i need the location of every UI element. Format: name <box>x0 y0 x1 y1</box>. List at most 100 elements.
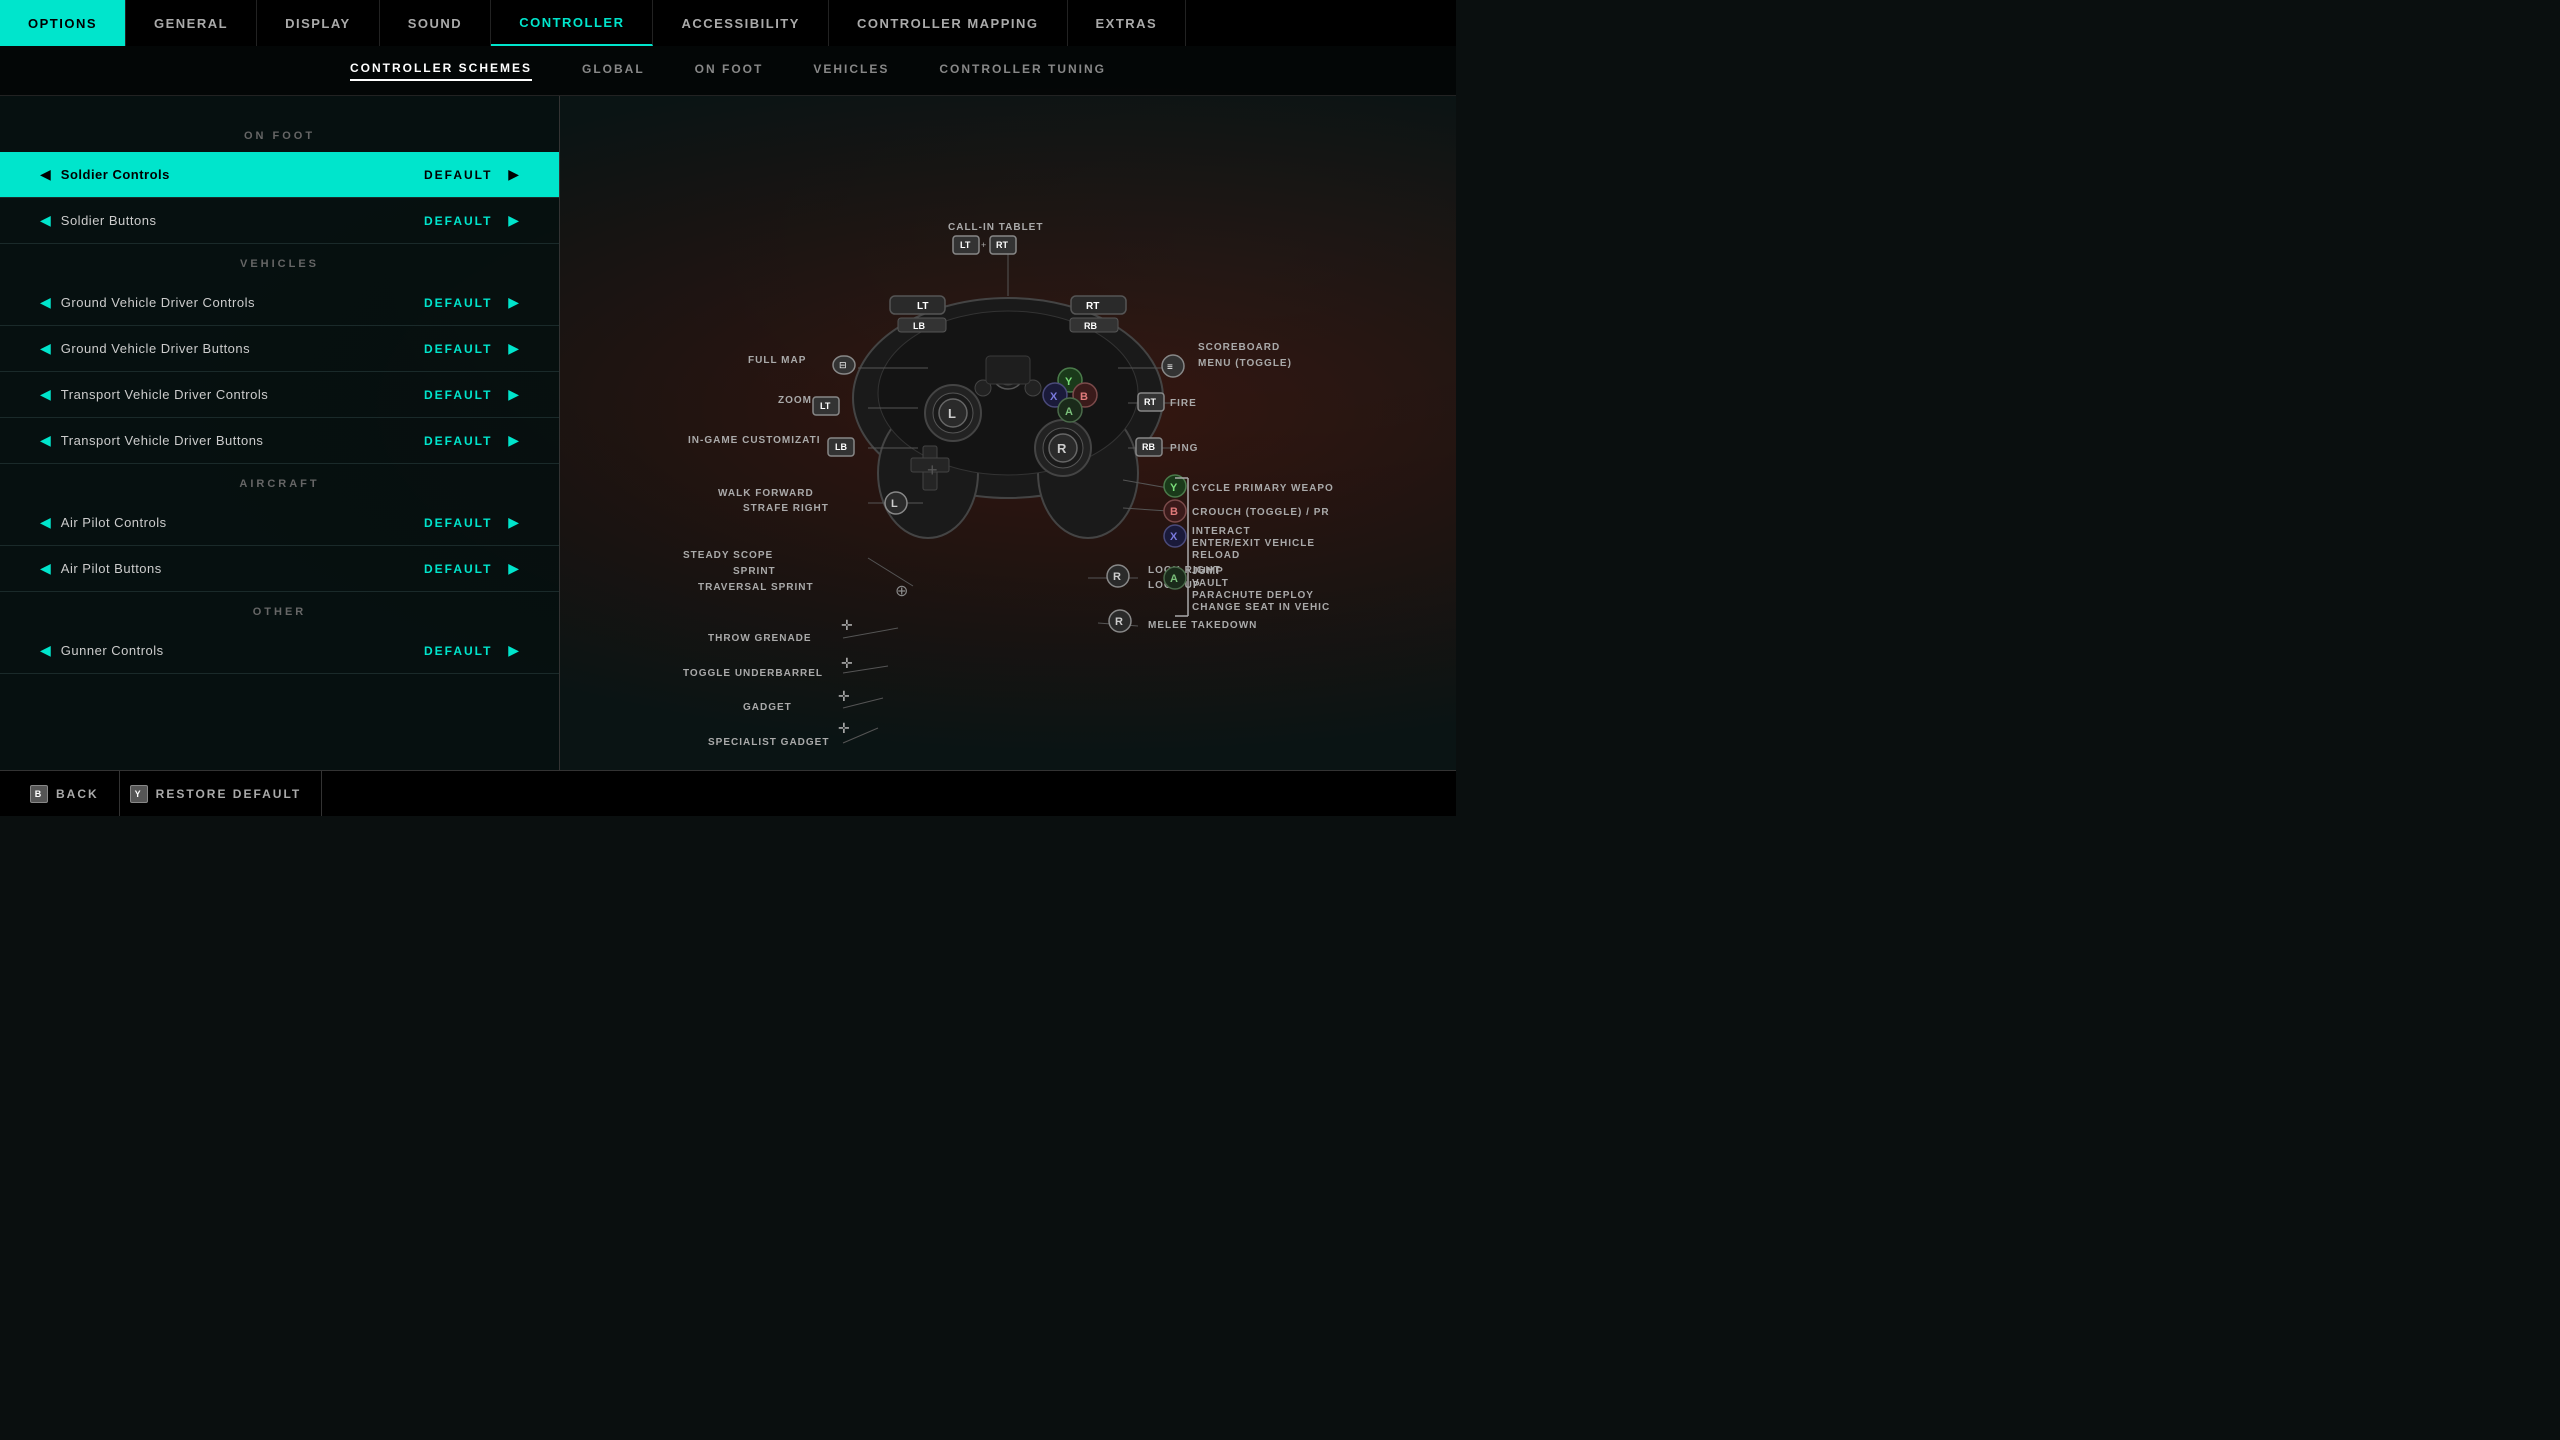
svg-text:RT: RT <box>1144 397 1156 407</box>
nav-controller[interactable]: CONTROLLER <box>491 0 653 46</box>
gunner-controls-label: Gunner Controls <box>61 643 418 658</box>
section-aircraft: AIRCRAFT <box>0 464 559 500</box>
svg-text:GADGET: GADGET <box>743 702 792 713</box>
control-air-pilot-buttons[interactable]: ◀ Air Pilot Buttons DEFAULT ▶ <box>0 546 559 592</box>
svg-text:≡: ≡ <box>1167 362 1173 373</box>
control-ground-driver-buttons[interactable]: ◀ Ground Vehicle Driver Buttons DEFAULT … <box>0 326 559 372</box>
svg-text:⊟: ⊟ <box>839 360 847 370</box>
right-arrow-ground-driver-controls[interactable]: ▶ <box>498 294 529 311</box>
soldier-buttons-value: DEFAULT <box>418 214 498 228</box>
control-gunner-controls[interactable]: ◀ Gunner Controls DEFAULT ▶ <box>0 628 559 674</box>
left-arrow-air-pilot-controls[interactable]: ◀ <box>30 514 61 531</box>
ground-driver-controls-label: Ground Vehicle Driver Controls <box>61 295 418 310</box>
air-pilot-buttons-value: DEFAULT <box>418 562 498 576</box>
svg-text:PING: PING <box>1170 443 1198 454</box>
svg-text:LT: LT <box>820 401 831 411</box>
subnav-controller-schemes[interactable]: CONTROLLER SCHEMES <box>350 61 532 81</box>
back-icon: B <box>30 785 48 803</box>
svg-text:STRAFE RIGHT: STRAFE RIGHT <box>743 503 829 514</box>
left-arrow-transport-driver-controls[interactable]: ◀ <box>30 386 61 403</box>
transport-driver-buttons-label: Transport Vehicle Driver Buttons <box>61 433 418 448</box>
svg-text:TOGGLE UNDERBARREL: TOGGLE UNDERBARREL <box>683 668 823 679</box>
svg-text:R: R <box>1113 571 1121 583</box>
right-arrow-ground-driver-buttons[interactable]: ▶ <box>498 340 529 357</box>
svg-text:VAULT: VAULT <box>1192 578 1229 589</box>
nav-display[interactable]: DISPLAY <box>257 0 380 46</box>
svg-text:INTERACT: INTERACT <box>1192 526 1251 537</box>
control-transport-driver-controls[interactable]: ◀ Transport Vehicle Driver Controls DEFA… <box>0 372 559 418</box>
svg-text:X: X <box>1170 531 1178 543</box>
left-arrow-soldier-controls[interactable]: ◀ <box>30 166 61 183</box>
svg-text:L: L <box>891 498 898 510</box>
section-other: OTHER <box>0 592 559 628</box>
subnav-controller-tuning[interactable]: CONTROLLER TUNING <box>939 62 1106 80</box>
soldier-controls-value: DEFAULT <box>418 168 498 182</box>
svg-text:R: R <box>1115 616 1123 628</box>
svg-text:+: + <box>927 460 938 480</box>
svg-text:✛: ✛ <box>841 617 853 633</box>
right-arrow-air-pilot-buttons[interactable]: ▶ <box>498 560 529 577</box>
svg-text:RB: RB <box>1142 442 1155 452</box>
svg-text:SPECIALIST GADGET: SPECIALIST GADGET <box>708 737 829 748</box>
svg-text:✛: ✛ <box>841 655 853 671</box>
transport-driver-controls-value: DEFAULT <box>418 388 498 402</box>
left-arrow-gunner-controls[interactable]: ◀ <box>30 642 61 659</box>
right-arrow-transport-driver-buttons[interactable]: ▶ <box>498 432 529 449</box>
svg-text:RELOAD: RELOAD <box>1192 550 1240 561</box>
ground-driver-buttons-label: Ground Vehicle Driver Buttons <box>61 341 418 356</box>
svg-text:Y: Y <box>1170 482 1178 494</box>
left-arrow-soldier-buttons[interactable]: ◀ <box>30 212 61 229</box>
restore-default-button[interactable]: Y RESTORE DEFAULT <box>120 771 323 816</box>
right-panel: LT RT LB RB L <box>560 96 1456 770</box>
svg-text:TRAVERSAL SPRINT: TRAVERSAL SPRINT <box>698 582 814 593</box>
right-arrow-air-pilot-controls[interactable]: ▶ <box>498 514 529 531</box>
svg-text:CROUCH (TOGGLE) / PR: CROUCH (TOGGLE) / PR <box>1192 507 1330 518</box>
nav-extras[interactable]: EXTRAS <box>1068 0 1187 46</box>
right-arrow-soldier-controls[interactable]: ▶ <box>498 166 529 183</box>
control-soldier-controls[interactable]: ◀ Soldier Controls DEFAULT ▶ <box>0 152 559 198</box>
svg-text:ENTER/EXIT VEHICLE: ENTER/EXIT VEHICLE <box>1192 538 1315 549</box>
subnav-global[interactable]: GLOBAL <box>582 62 645 80</box>
right-arrow-gunner-controls[interactable]: ▶ <box>498 642 529 659</box>
left-arrow-ground-driver-controls[interactable]: ◀ <box>30 294 61 311</box>
air-pilot-buttons-label: Air Pilot Buttons <box>61 561 418 576</box>
soldier-controls-label: Soldier Controls <box>61 167 418 182</box>
right-arrow-soldier-buttons[interactable]: ▶ <box>498 212 529 229</box>
svg-text:MENU (TOGGLE): MENU (TOGGLE) <box>1198 358 1292 369</box>
nav-controller-mapping[interactable]: CONTROLLER MAPPING <box>829 0 1068 46</box>
right-arrow-transport-driver-controls[interactable]: ▶ <box>498 386 529 403</box>
svg-text:A: A <box>1170 573 1178 585</box>
soldier-buttons-label: Soldier Buttons <box>61 213 418 228</box>
svg-text:B: B <box>1080 391 1088 403</box>
svg-text:THROW GRENADE: THROW GRENADE <box>708 633 812 644</box>
svg-text:✛: ✛ <box>838 688 850 704</box>
bottom-bar: B BACK Y RESTORE DEFAULT <box>0 770 1456 816</box>
svg-text:FIRE: FIRE <box>1170 398 1197 409</box>
nav-general[interactable]: GENERAL <box>126 0 257 46</box>
svg-text:RT: RT <box>996 240 1008 250</box>
transport-driver-controls-label: Transport Vehicle Driver Controls <box>61 387 418 402</box>
svg-text:R: R <box>1057 441 1067 456</box>
ground-driver-controls-value: DEFAULT <box>418 296 498 310</box>
control-ground-driver-controls[interactable]: ◀ Ground Vehicle Driver Controls DEFAULT… <box>0 280 559 326</box>
left-arrow-ground-driver-buttons[interactable]: ◀ <box>30 340 61 357</box>
subnav-on-foot[interactable]: ON FOOT <box>695 62 764 80</box>
top-navigation: OPTIONS GENERAL DISPLAY SOUND CONTROLLER… <box>0 0 1456 46</box>
nav-accessibility[interactable]: ACCESSIBILITY <box>653 0 828 46</box>
nav-options[interactable]: OPTIONS <box>0 0 126 46</box>
svg-text:JUMP: JUMP <box>1192 566 1224 577</box>
back-button[interactable]: B BACK <box>20 771 120 816</box>
subnav-vehicles[interactable]: VEHICLES <box>813 62 889 80</box>
svg-text:STEADY SCOPE: STEADY SCOPE <box>683 550 773 561</box>
left-arrow-transport-driver-buttons[interactable]: ◀ <box>30 432 61 449</box>
svg-text:CYCLE PRIMARY WEAPO: CYCLE PRIMARY WEAPO <box>1192 483 1334 494</box>
control-soldier-buttons[interactable]: ◀ Soldier Buttons DEFAULT ▶ <box>0 198 559 244</box>
nav-sound[interactable]: SOUND <box>380 0 491 46</box>
svg-text:SCOREBOARD: SCOREBOARD <box>1198 342 1280 353</box>
section-vehicles: VEHICLES <box>0 244 559 280</box>
control-transport-driver-buttons[interactable]: ◀ Transport Vehicle Driver Buttons DEFAU… <box>0 418 559 464</box>
svg-text:CALL-IN TABLET: CALL-IN TABLET <box>948 222 1043 233</box>
controller-svg: LT RT LB RB L <box>560 118 1456 748</box>
left-arrow-air-pilot-buttons[interactable]: ◀ <box>30 560 61 577</box>
control-air-pilot-controls[interactable]: ◀ Air Pilot Controls DEFAULT ▶ <box>0 500 559 546</box>
